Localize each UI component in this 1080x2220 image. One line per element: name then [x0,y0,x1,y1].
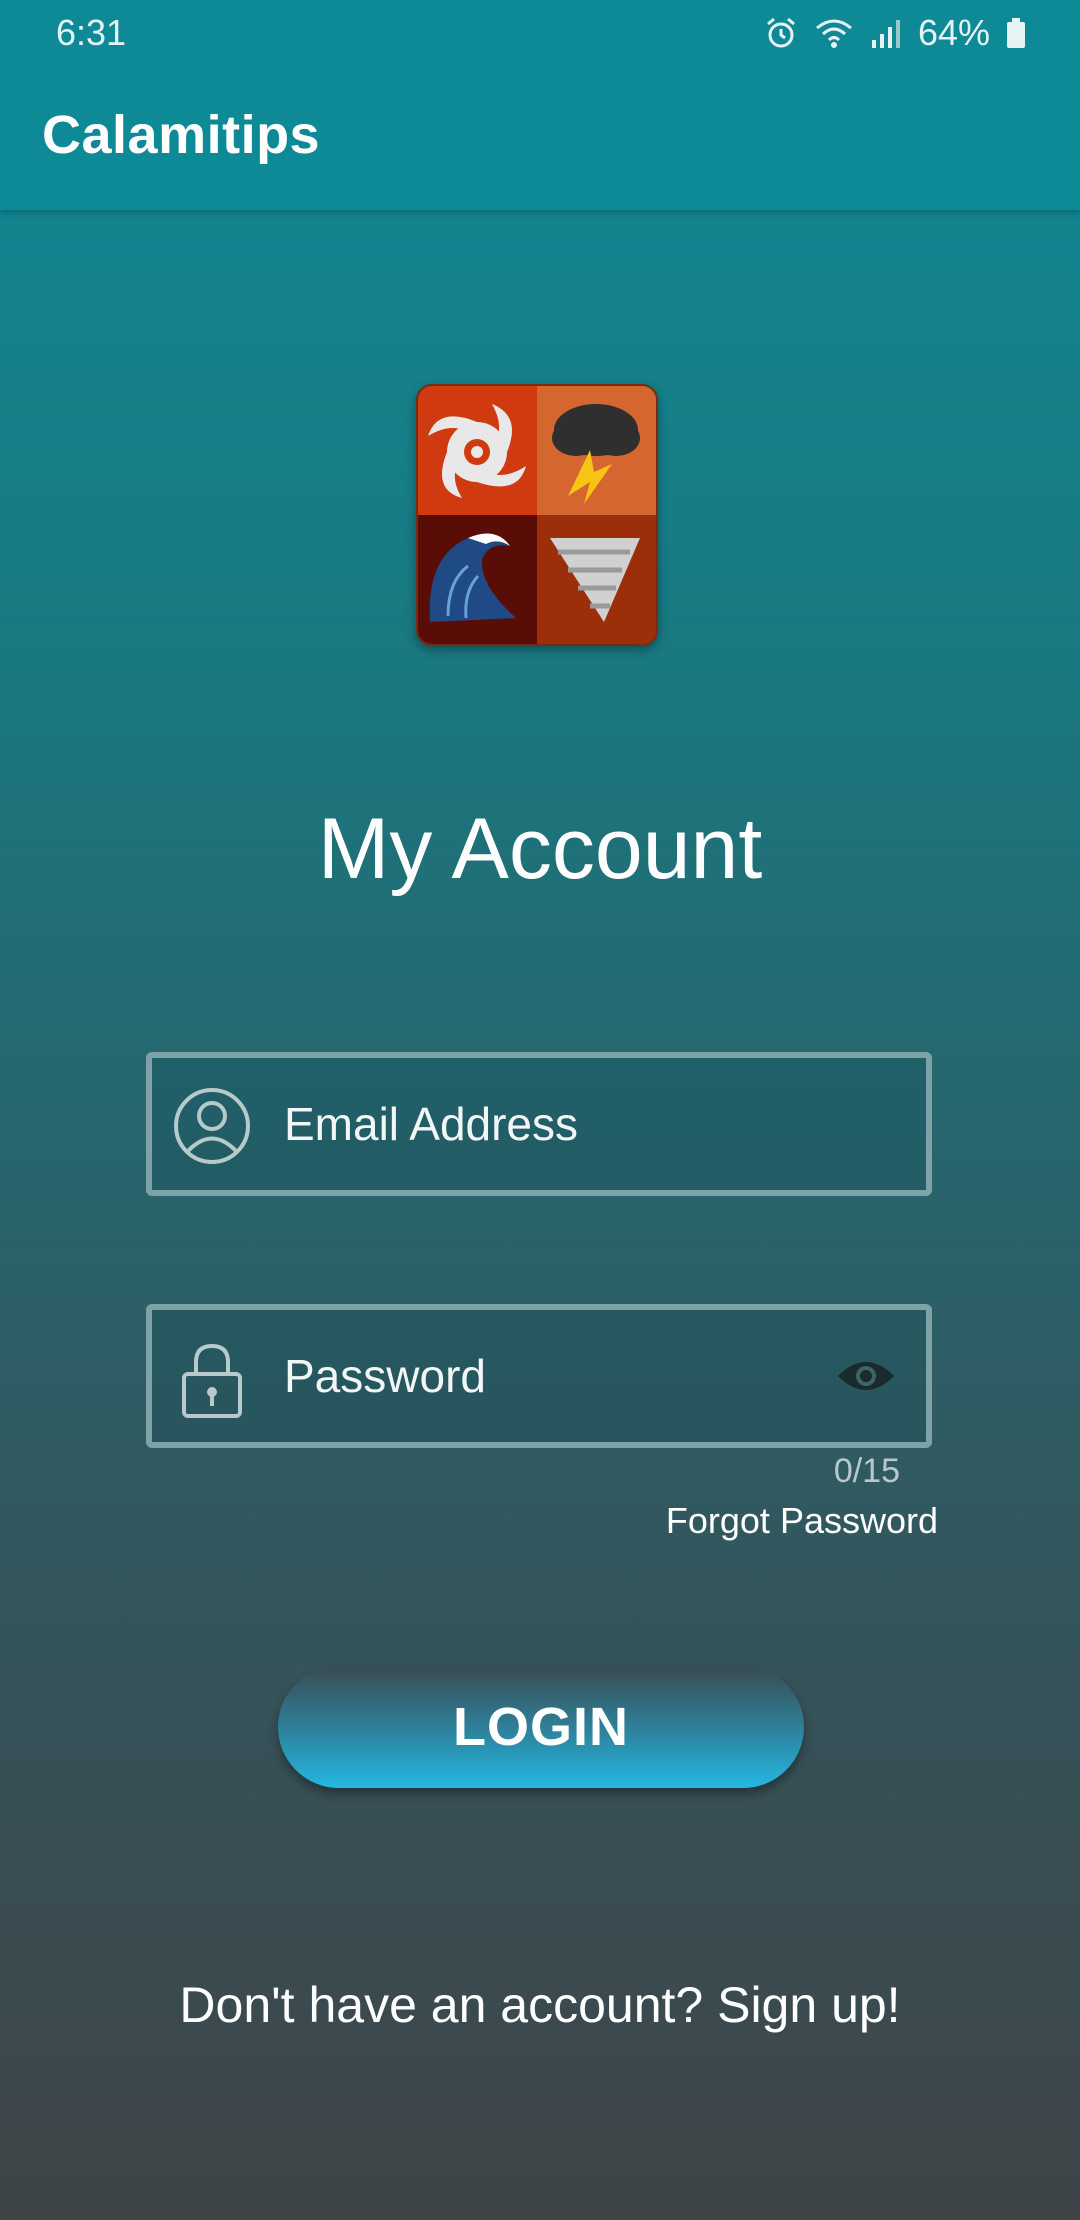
eye-icon[interactable] [836,1354,896,1403]
alarm-icon [764,16,798,50]
status-icons: 64% [764,12,1026,54]
login-button[interactable]: LOGIN [278,1666,804,1788]
status-bar: 6:31 64% [0,0,1080,66]
app-title: Calamitips [42,105,321,165]
app-bar: Calamitips [0,66,1080,210]
battery-icon [1006,16,1026,50]
password-counter: 0/15 [833,1452,900,1490]
password-input[interactable] [284,1334,804,1418]
password-field[interactable] [146,1304,932,1448]
email-field[interactable] [146,1052,932,1196]
status-time: 6:31 [56,12,127,53]
app-logo [416,384,658,646]
signup-link[interactable]: Don't have an account? Sign up! [0,1976,1080,2034]
wifi-icon [814,16,854,50]
user-icon [172,1086,252,1171]
battery-text: 64% [917,12,990,53]
signal-icon [870,16,902,50]
forgot-password-link[interactable]: Forgot Password [666,1500,938,1542]
page-title: My Account [317,801,763,897]
email-input[interactable] [284,1082,804,1166]
lock-icon [172,1338,252,1427]
